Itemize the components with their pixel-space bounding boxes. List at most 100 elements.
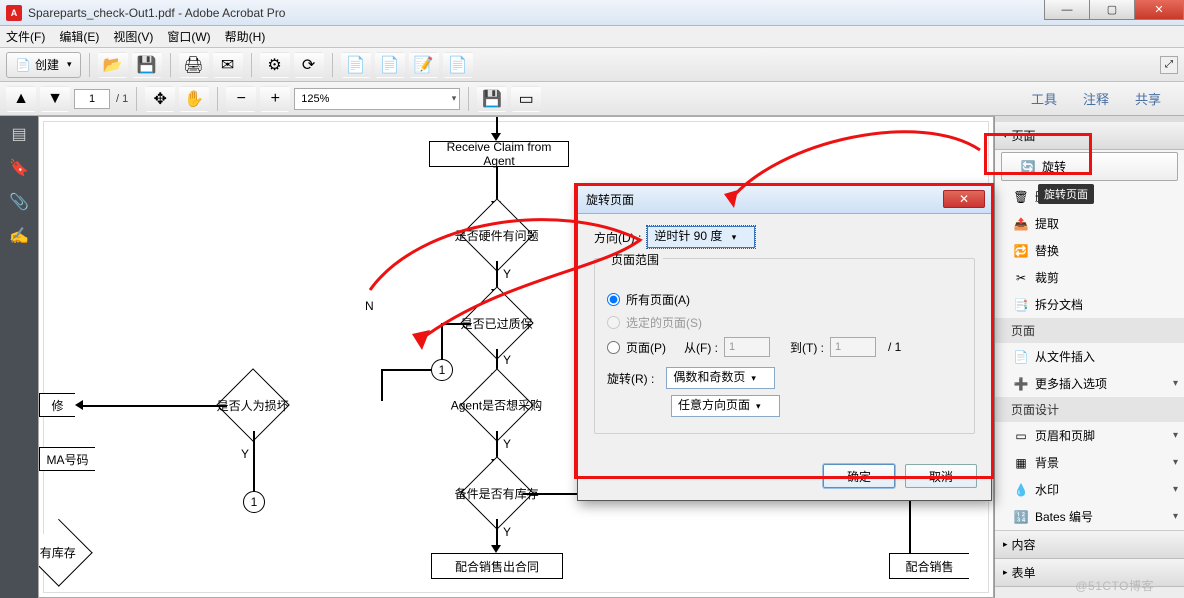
menu-window[interactable]: 窗口(W)	[167, 28, 210, 45]
panel-subheader-insert: 页面	[995, 318, 1184, 343]
more-icon: ➕	[1013, 376, 1029, 392]
separator	[136, 87, 137, 111]
triangle-right-icon: ▸	[1003, 539, 1008, 550]
print-button[interactable]: 🖨	[179, 52, 209, 78]
menu-help[interactable]: 帮助(H)	[225, 28, 266, 45]
attachment-icon[interactable]: 📎	[9, 192, 29, 212]
create-button[interactable]: 📄 创建 ▾	[6, 52, 81, 78]
page-down-button[interactable]: ▼	[40, 86, 70, 112]
rotate-r-label: 旋转(R) :	[607, 370, 654, 387]
email-button[interactable]: ✉	[213, 52, 243, 78]
page-layout-icon: ▭	[518, 91, 534, 107]
panel-insert-file[interactable]: 📄从文件插入	[995, 343, 1184, 370]
cancel-button[interactable]: 取消	[905, 464, 977, 488]
menu-edit[interactable]: 编辑(E)	[59, 28, 99, 45]
connector	[441, 323, 471, 325]
panel-item-label: 从文件插入	[1035, 348, 1095, 365]
panel-bates[interactable]: 🔢Bates 编号▾	[995, 503, 1184, 530]
select-tool-button[interactable]: ✥	[145, 86, 175, 112]
tooltip: 旋转页面	[1038, 184, 1094, 204]
panel-header-label: 内容	[1012, 536, 1036, 553]
connector	[381, 369, 431, 371]
panel-background[interactable]: ▦背景▾	[995, 449, 1184, 476]
maximize-button[interactable]: ▢	[1089, 0, 1135, 20]
thumbnails-icon[interactable]: ▤	[9, 124, 29, 144]
even-odd-select[interactable]: 偶数和奇数页▾	[666, 367, 775, 389]
radio-all[interactable]	[607, 293, 620, 306]
panel-rotate[interactable]: 🔄 旋转	[1001, 152, 1178, 181]
open-button[interactable]: 📂	[98, 52, 128, 78]
page-up-button[interactable]: ▲	[6, 86, 36, 112]
close-icon: ✕	[959, 192, 969, 206]
arrow-down-icon: ▼	[47, 91, 63, 107]
panel-crop[interactable]: ✂裁剪	[995, 264, 1184, 291]
page-number-input[interactable]	[74, 89, 110, 109]
window-controls: — ▢ ✕	[1045, 0, 1184, 20]
doc3-button[interactable]: 📝	[409, 52, 439, 78]
triangle-down-icon: ▾	[1003, 130, 1008, 141]
tab-comment[interactable]: 注释	[1072, 84, 1120, 113]
minimize-button[interactable]: —	[1044, 0, 1090, 20]
hand-tool-button[interactable]: ✋	[179, 86, 209, 112]
range-legend: 页面范围	[607, 251, 663, 268]
to-input[interactable]	[830, 337, 876, 357]
dialog-footer: 确定 取消	[578, 456, 991, 500]
panel-subheader-design: 页面设计	[995, 397, 1184, 422]
panel-watermark[interactable]: 💧水印▾	[995, 476, 1184, 503]
doc1-button[interactable]: 📄	[341, 52, 371, 78]
panel-item-label: 旋转	[1042, 158, 1066, 175]
delete-icon: 🗑	[1013, 189, 1029, 205]
refresh-button[interactable]: ⟳	[294, 52, 324, 78]
arrow-head-icon	[491, 545, 501, 553]
split-icon: 📑	[1013, 297, 1029, 313]
signature-icon[interactable]: ✍	[9, 226, 29, 246]
panel-header-label: 页面	[1012, 127, 1036, 144]
dialog-close-button[interactable]: ✕	[943, 190, 985, 208]
doc2-button[interactable]: 📄	[375, 52, 405, 78]
close-button[interactable]: ✕	[1134, 0, 1184, 20]
zoom-in-button[interactable]: +	[260, 86, 290, 112]
radio-selected	[607, 316, 620, 329]
toolbar-secondary: ▲ ▼ / 1 ✥ ✋ − + 💾 ▭ 工具 注释 共享	[0, 82, 1184, 116]
titlebar: A Spareparts_check-Out1.pdf - Adobe Acro…	[0, 0, 1184, 26]
zoom-select[interactable]	[294, 88, 460, 110]
view-mode-button[interactable]: ▭	[511, 86, 541, 112]
panel-item-label: Bates 编号	[1035, 508, 1093, 525]
save-copy-button[interactable]: 💾	[477, 86, 507, 112]
separator	[217, 87, 218, 111]
tab-tools[interactable]: 工具	[1020, 84, 1068, 113]
panel-header-pages[interactable]: ▾ 页面	[995, 122, 1184, 150]
panel-item-label: 提取	[1035, 215, 1059, 232]
from-input[interactable]	[724, 337, 770, 357]
save-button[interactable]: 💾	[132, 52, 162, 78]
menu-view[interactable]: 视图(V)	[113, 28, 153, 45]
radio-pages[interactable]	[607, 341, 620, 354]
panel-header-label: 表单	[1012, 564, 1036, 581]
radio-all-row[interactable]: 所有页面(A)	[607, 291, 962, 308]
orientation-select[interactable]: 任意方向页面▾	[671, 395, 780, 417]
printer-icon: 🖨	[186, 57, 202, 73]
panel-replace[interactable]: 🔁替换	[995, 237, 1184, 264]
panel-extract[interactable]: 📤提取	[995, 210, 1184, 237]
panel-header-footer[interactable]: ▭页眉和页脚▾	[995, 422, 1184, 449]
menu-file[interactable]: 文件(F)	[6, 28, 45, 45]
radio-pages-row[interactable]: 页面(P) 从(F) : 到(T) : / 1	[607, 337, 962, 357]
radio-selected-row[interactable]: 选定的页面(S)	[607, 314, 962, 331]
ok-button[interactable]: 确定	[823, 464, 895, 488]
doc4-button[interactable]: 📄	[443, 52, 473, 78]
panel-header-content[interactable]: ▸ 内容	[995, 531, 1184, 559]
tab-share[interactable]: 共享	[1124, 84, 1172, 113]
direction-select[interactable]: 逆时针 90 度 ▾	[647, 226, 755, 248]
label-y: Y	[503, 437, 511, 451]
bookmark-icon[interactable]: 🔖	[9, 158, 29, 178]
settings-button[interactable]: ⚙	[260, 52, 290, 78]
flow-stock2: 有库存	[38, 519, 93, 587]
panel-split[interactable]: 📑拆分文档	[995, 291, 1184, 318]
arrow-up-icon: ▲	[13, 91, 29, 107]
panel-item-label: 水印	[1035, 481, 1059, 498]
collapse-button[interactable]: ⤢	[1160, 56, 1178, 74]
document-icon: 📄	[15, 57, 31, 73]
zoom-out-button[interactable]: −	[226, 86, 256, 112]
panel-more-insert[interactable]: ➕更多插入选项▾	[995, 370, 1184, 397]
range-fieldset: 页面范围 所有页面(A) 选定的页面(S) 页面(P) 从(F) : 到(T) …	[594, 258, 975, 434]
